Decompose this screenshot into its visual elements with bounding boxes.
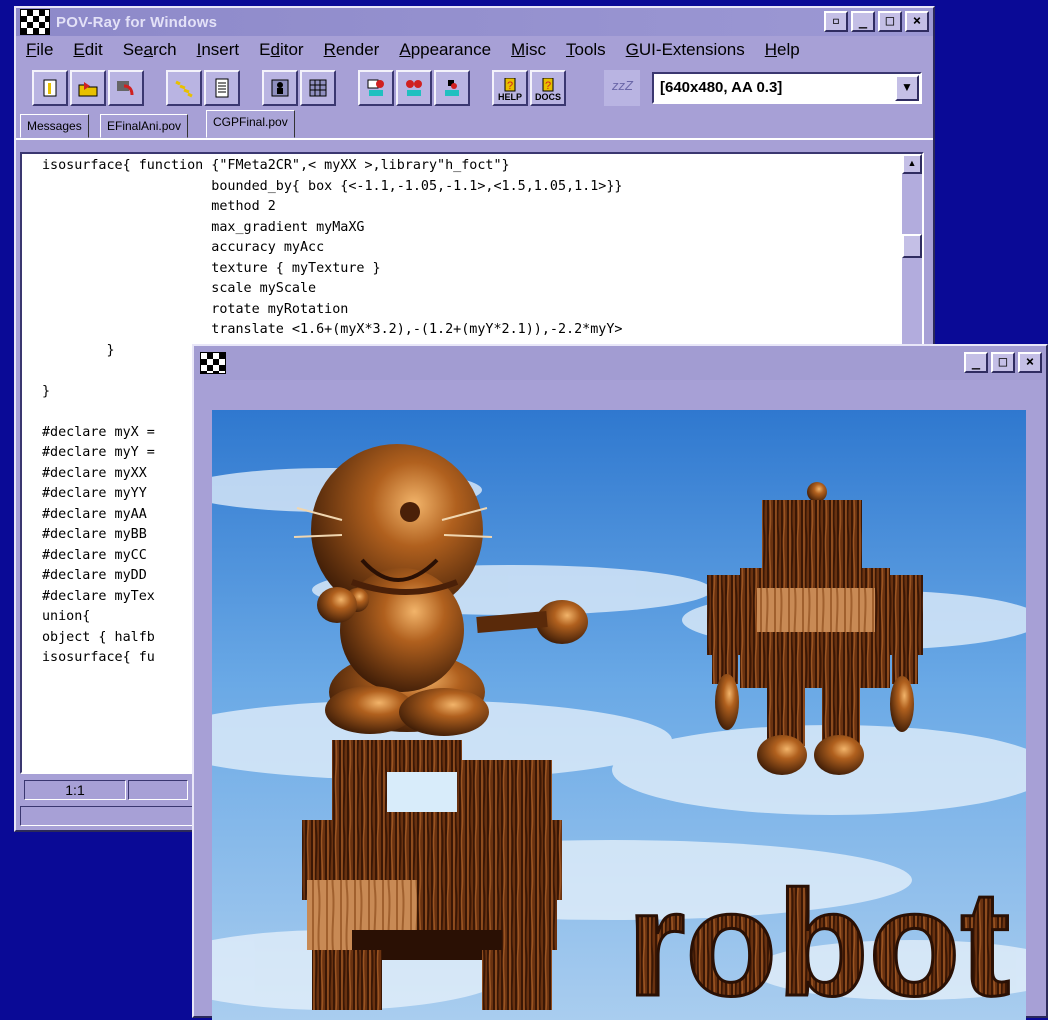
- menu-help[interactable]: Help: [765, 40, 800, 60]
- rendered-scene: robot: [212, 410, 1026, 1020]
- render-pause-button[interactable]: [396, 70, 432, 106]
- svg-text:?: ?: [507, 80, 513, 92]
- render-start-button[interactable]: [358, 70, 394, 106]
- file-tabs: Messages EFinalAni.pov CGPFinal.pov: [16, 110, 933, 140]
- resolution-value: [640x480, AA 0.3]: [660, 79, 783, 96]
- film-arrow-icon: [117, 81, 134, 96]
- menu-appearance[interactable]: Appearance: [399, 40, 491, 60]
- dropdown-arrow-icon[interactable]: ▼: [895, 75, 919, 101]
- render-window-button[interactable]: [262, 70, 298, 106]
- toolbar: ? HELP ? DOCS zzZ [640x480, AA 0.3] ▼: [16, 64, 933, 112]
- stairs-icon: [175, 80, 193, 98]
- svg-text:?: ?: [545, 80, 551, 92]
- menu-gui-extensions[interactable]: GUI-Extensions: [626, 40, 745, 60]
- help-label: HELP: [497, 92, 522, 102]
- render-title-bar[interactable]: _ □ ×: [194, 346, 1046, 380]
- sleep-button[interactable]: zzZ: [604, 70, 640, 106]
- render-maximize-button[interactable]: □: [991, 352, 1015, 373]
- docs-label: DOCS: [534, 92, 561, 102]
- stairs-button[interactable]: [166, 70, 202, 106]
- menu-misc[interactable]: Misc: [511, 40, 546, 60]
- rendered-image: robot: [212, 410, 1026, 1020]
- menu-render[interactable]: Render: [324, 40, 380, 60]
- menu-insert[interactable]: Insert: [197, 40, 240, 60]
- figure-icon: [271, 79, 289, 97]
- resolution-dropdown[interactable]: [640x480, AA 0.3] ▼: [652, 72, 922, 104]
- grid-button[interactable]: [300, 70, 336, 106]
- cursor-position: 1:1: [24, 780, 126, 800]
- sleep-icon: zzZ: [612, 78, 633, 93]
- tab-messages[interactable]: Messages: [20, 114, 89, 138]
- close-button[interactable]: ×: [905, 11, 929, 32]
- document-icon: [215, 78, 229, 98]
- main-title-bar[interactable]: POV-Ray for Windows ▫ _ □ ×: [16, 8, 933, 36]
- menu-tools[interactable]: Tools: [566, 40, 606, 60]
- render-pause-icon: [406, 80, 422, 96]
- menu-edit[interactable]: Edit: [73, 40, 102, 60]
- tab-efinalani[interactable]: EFinalAni.pov: [100, 114, 189, 138]
- main-window-title: POV-Ray for Windows: [56, 13, 218, 31]
- help-button[interactable]: ? HELP: [492, 70, 528, 106]
- docs-button[interactable]: ? DOCS: [530, 70, 566, 106]
- grid-icon: [309, 79, 327, 97]
- render-close-button[interactable]: ×: [1018, 352, 1042, 373]
- povray-app-icon[interactable]: [20, 9, 50, 35]
- scroll-up-arrow-icon[interactable]: ▲: [902, 154, 922, 174]
- open-folder-icon: [78, 82, 98, 97]
- menu-search[interactable]: Search: [123, 40, 177, 60]
- render-start-icon: [367, 79, 384, 96]
- tab-cgpfinal[interactable]: CGPFinal.pov: [206, 110, 295, 138]
- robot-3d-text: robot: [627, 859, 1010, 1020]
- minimize-button[interactable]: _: [851, 11, 875, 32]
- render-stop-button[interactable]: [434, 70, 470, 106]
- scroll-thumb[interactable]: [902, 234, 922, 258]
- render-output-window: _ □ × robot: [192, 344, 1048, 1020]
- new-file-button[interactable]: [32, 70, 68, 106]
- render-window-icon[interactable]: [200, 352, 226, 374]
- render-stop-icon: [445, 80, 459, 96]
- menu-editor[interactable]: Editor: [259, 40, 303, 60]
- menu-bar: File Edit Search Insert Editor Render Appearan…: [16, 36, 933, 64]
- menu-file[interactable]: File: [26, 40, 53, 60]
- render-minimize-button[interactable]: _: [964, 352, 988, 373]
- status-cell-empty: [128, 780, 188, 800]
- document-button[interactable]: [204, 70, 240, 106]
- maximize-button[interactable]: □: [878, 11, 902, 32]
- new-file-icon: [43, 79, 57, 97]
- open-file-button[interactable]: [70, 70, 106, 106]
- render-queue-button[interactable]: [108, 70, 144, 106]
- restore-small-button[interactable]: ▫: [824, 11, 848, 32]
